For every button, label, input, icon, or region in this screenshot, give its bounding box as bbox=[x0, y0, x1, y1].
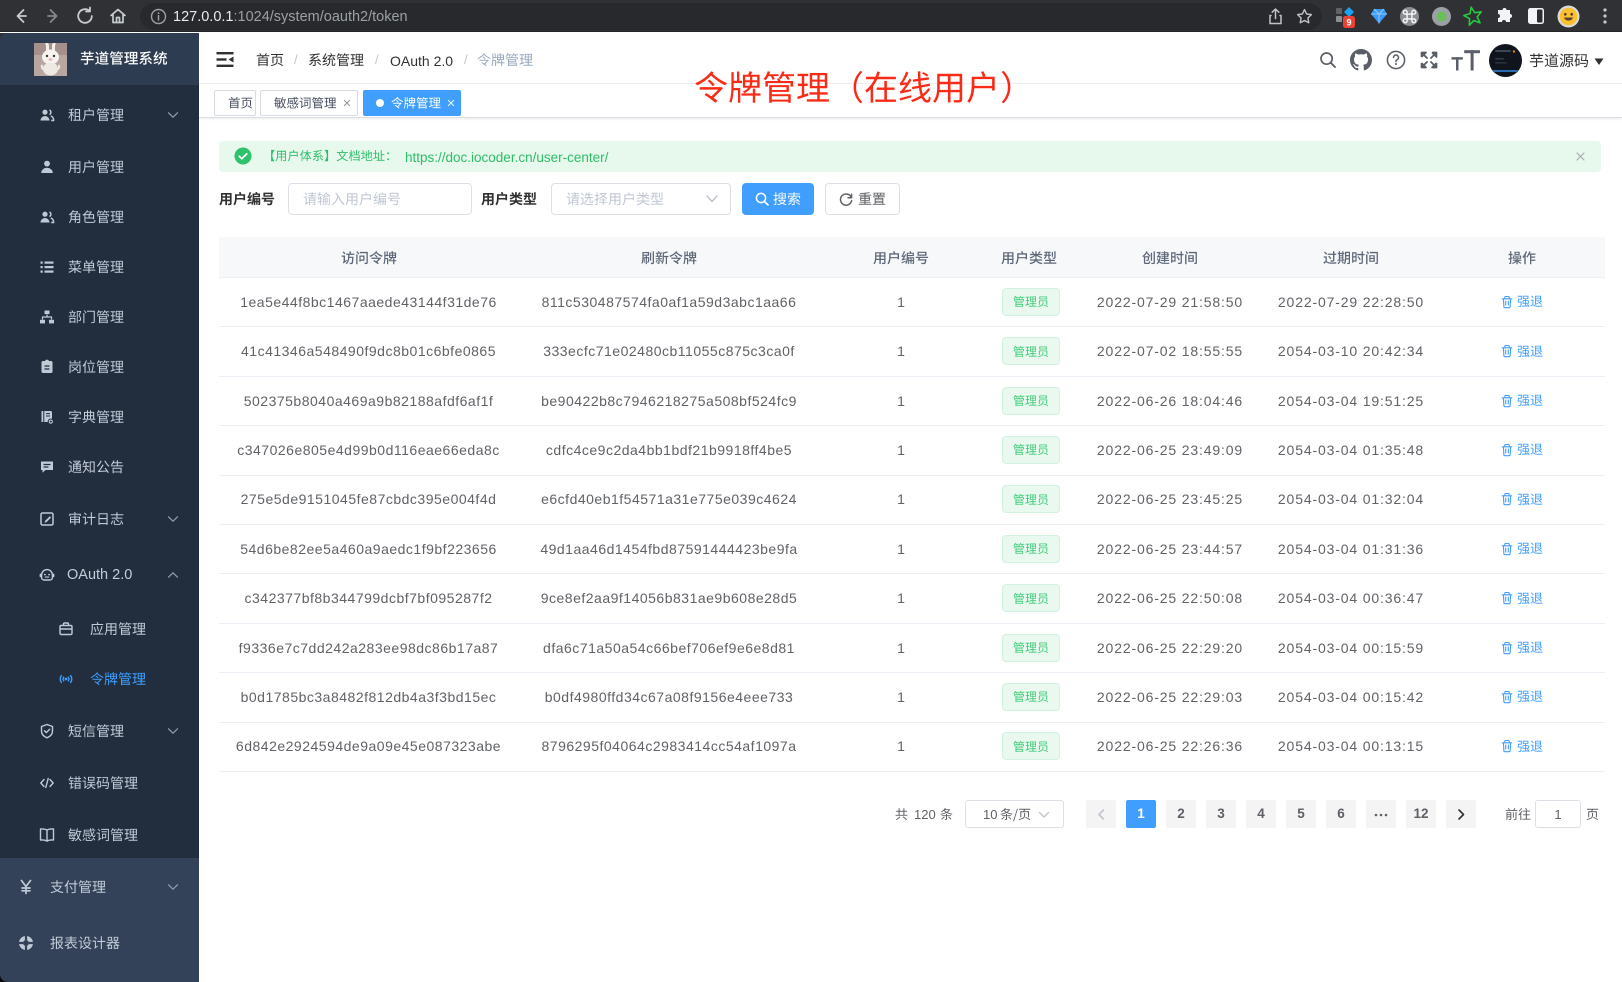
svg-text:9: 9 bbox=[1346, 18, 1351, 28]
